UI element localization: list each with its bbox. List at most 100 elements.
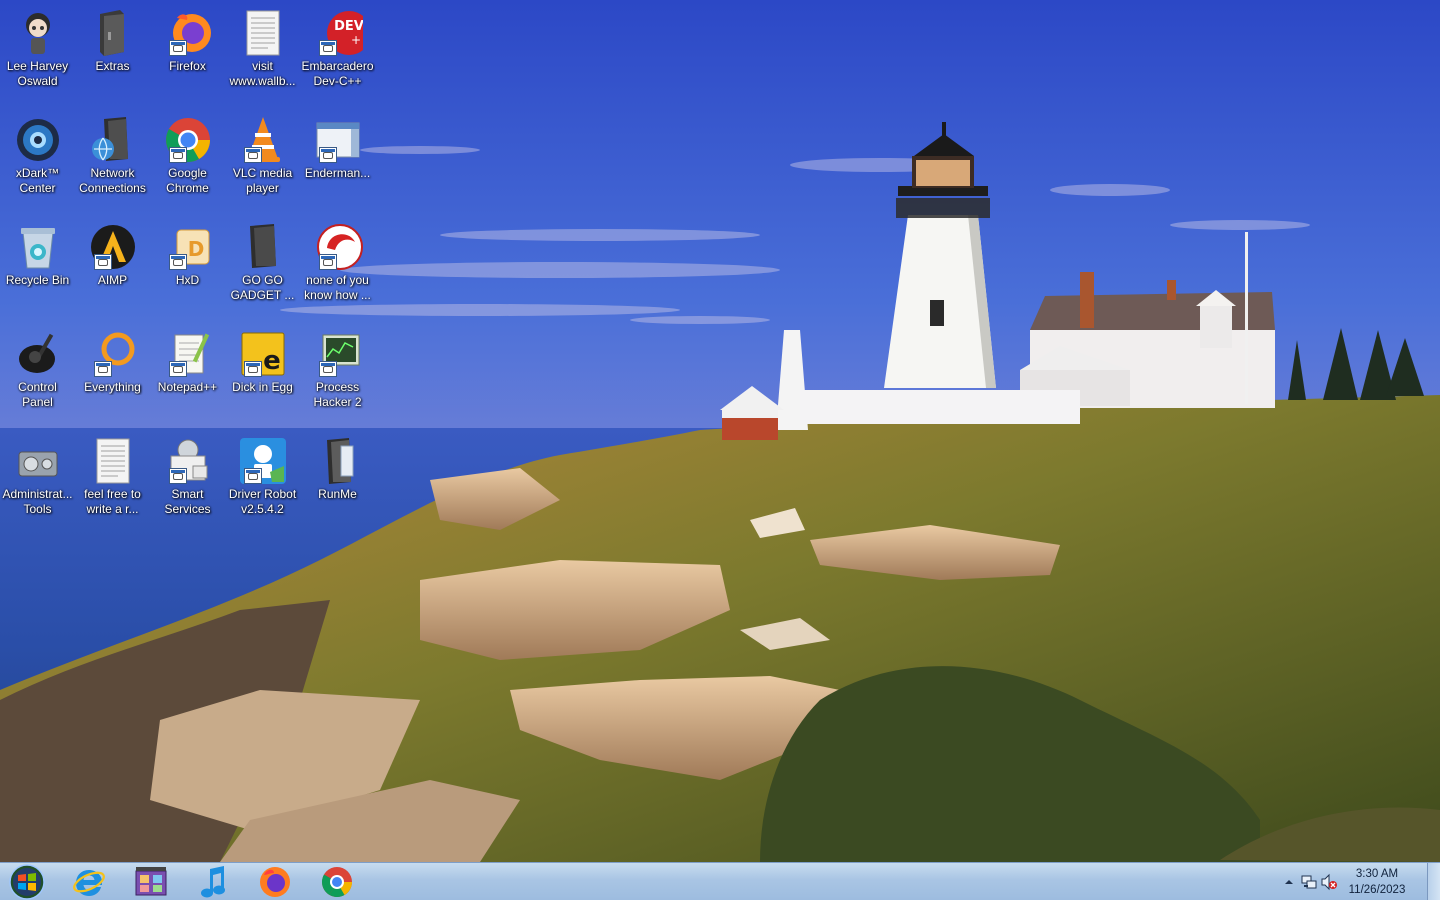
svg-text:e: e bbox=[263, 346, 281, 376]
shortcut-badge-icon bbox=[318, 147, 337, 163]
desktop-icon-extras[interactable]: Extras bbox=[75, 4, 150, 104]
driver-robot-icon bbox=[238, 436, 288, 486]
desktop-icon-dick-in-egg[interactable]: e Dick in Egg bbox=[225, 325, 300, 425]
taskbar: 3:30 AM 11/26/2023 bbox=[0, 862, 1440, 900]
desktop-icon-runme[interactable]: RunMe bbox=[300, 432, 375, 532]
icon-label: Smart Services bbox=[164, 487, 211, 516]
icon-label: Control Panel bbox=[18, 380, 57, 409]
show-hidden-icons-arrow-icon[interactable] bbox=[1282, 874, 1296, 888]
vlc-icon bbox=[238, 115, 288, 165]
recycle-bin-icon bbox=[13, 222, 63, 272]
shortcut-badge-icon bbox=[168, 40, 187, 56]
admin-tools-icon bbox=[13, 436, 63, 486]
runme-file-icon bbox=[313, 436, 363, 486]
shortcut-badge-icon bbox=[168, 468, 187, 484]
taskbar-firefox[interactable] bbox=[252, 863, 298, 900]
desktop-icon-everything[interactable]: Everything bbox=[75, 325, 150, 425]
shortcut-badge-icon bbox=[168, 147, 187, 163]
hxd-icon: D bbox=[163, 222, 213, 272]
icon-label: Recycle Bin bbox=[5, 273, 70, 287]
icon-label: Network Connections bbox=[79, 166, 146, 195]
desktop-icon-recycle-bin[interactable]: Recycle Bin bbox=[0, 218, 75, 318]
desktop-icon-embarcadero-devcpp[interactable]: DEV + Embarcadero Dev-C++ bbox=[300, 4, 375, 104]
windows-start-orb-icon bbox=[9, 863, 45, 900]
desktop-icon-network-connections[interactable]: Network Connections bbox=[75, 111, 150, 211]
shortcut-badge-icon bbox=[318, 361, 337, 377]
text-document-icon bbox=[88, 436, 138, 486]
icon-label: xDark™ Center bbox=[15, 166, 60, 195]
icon-label: Extras bbox=[95, 59, 130, 73]
internet-explorer-icon bbox=[73, 869, 105, 896]
shortcut-badge-icon bbox=[93, 361, 112, 377]
desktop-icon-aimp[interactable]: AIMP bbox=[75, 218, 150, 318]
desktop-icon-visit-wallb[interactable]: visit www.wallb... bbox=[225, 4, 300, 104]
music-note-icon bbox=[201, 865, 225, 897]
svg-text:D: D bbox=[187, 237, 204, 261]
icon-label: GO GO GADGET ... bbox=[230, 273, 295, 302]
volume-muted-icon[interactable] bbox=[1320, 873, 1338, 891]
shortcut-badge-icon bbox=[243, 147, 262, 163]
process-hacker-icon bbox=[313, 329, 363, 379]
icon-label: feel free to write a r... bbox=[84, 487, 141, 516]
film-strip-icon bbox=[135, 866, 167, 895]
taskbar-internet-explorer[interactable] bbox=[66, 863, 112, 900]
taskbar-music-app[interactable] bbox=[190, 863, 236, 900]
svg-text:DEV: DEV bbox=[334, 19, 363, 34]
icon-label: Dick in Egg bbox=[232, 380, 293, 394]
icon-label: Notepad++ bbox=[157, 380, 218, 394]
desktop-icon-administrative-tools[interactable]: Administrat... Tools bbox=[0, 432, 75, 532]
aimp-icon bbox=[88, 222, 138, 272]
cartoon-character-icon bbox=[13, 8, 63, 58]
window-icon bbox=[313, 115, 363, 165]
icon-label: Driver Robot v2.5.4.2 bbox=[228, 487, 297, 516]
desktop-icon-lee-harvey-oswald[interactable]: Lee Harvey Oswald bbox=[0, 4, 75, 104]
icon-label: VLC media player bbox=[232, 166, 293, 195]
icon-label: Embarcadero Dev-C++ bbox=[301, 59, 374, 88]
shortcut-badge-icon bbox=[318, 254, 337, 270]
shortcut-badge-icon bbox=[318, 40, 337, 56]
desktop-icon-vlc-media-player[interactable]: VLC media player bbox=[225, 111, 300, 211]
clock[interactable]: 3:30 AM 11/26/2023 bbox=[1338, 866, 1416, 898]
desktop-icon-driver-robot[interactable]: Driver Robot v2.5.4.2 bbox=[225, 432, 300, 532]
desktop-icon-none-of-you[interactable]: none of you know how ... bbox=[300, 218, 375, 318]
network-connections-icon bbox=[88, 115, 138, 165]
icon-label: Lee Harvey Oswald bbox=[6, 59, 69, 88]
desktop-icon-notepadpp[interactable]: Notepad++ bbox=[150, 325, 225, 425]
desktop-icon-enderman[interactable]: Enderman... bbox=[300, 111, 375, 211]
desktop-icon-google-chrome[interactable]: Google Chrome bbox=[150, 111, 225, 211]
icon-label: HxD bbox=[175, 273, 200, 287]
desktop-icon-grid: Lee Harvey Oswald Extras Firefox visit w… bbox=[0, 0, 380, 540]
show-desktop-button[interactable] bbox=[1427, 863, 1440, 900]
icon-label: visit www.wallb... bbox=[229, 59, 296, 88]
shortcut-badge-icon bbox=[168, 254, 187, 270]
desktop-icon-process-hacker-2[interactable]: Process Hacker 2 bbox=[300, 325, 375, 425]
svg-text:+: + bbox=[350, 33, 360, 47]
shortcut-badge-icon bbox=[243, 468, 262, 484]
everything-search-icon bbox=[88, 329, 138, 379]
desktop-icon-smart-services[interactable]: Smart Services bbox=[150, 432, 225, 532]
desktop-icon-go-go-gadget[interactable]: GO GO GADGET ... bbox=[225, 218, 300, 318]
icon-label: AIMP bbox=[97, 273, 128, 287]
desktop-icon-hxd[interactable]: D HxD bbox=[150, 218, 225, 318]
taskbar-chrome[interactable] bbox=[314, 863, 360, 900]
egg-icon: e bbox=[238, 329, 288, 379]
icon-label: Firefox bbox=[169, 59, 206, 73]
gadget-icon bbox=[238, 222, 288, 272]
clock-date: 11/26/2023 bbox=[1348, 884, 1406, 896]
xdark-center-icon bbox=[13, 115, 63, 165]
firefox-icon bbox=[260, 866, 290, 897]
start-button[interactable] bbox=[4, 863, 50, 900]
taskbar-film-app[interactable] bbox=[128, 863, 174, 900]
desktop-icon-firefox[interactable]: Firefox bbox=[150, 4, 225, 104]
desktop-icon-control-panel[interactable]: Control Panel bbox=[0, 325, 75, 425]
desktop-icon-feel-free-to-write[interactable]: feel free to write a r... bbox=[75, 432, 150, 532]
firefox-icon bbox=[163, 8, 213, 58]
network-icon[interactable] bbox=[1300, 873, 1318, 891]
icon-label: Google Chrome bbox=[166, 166, 209, 195]
shortcut-badge-icon bbox=[243, 361, 262, 377]
icon-label: Everything bbox=[84, 380, 141, 394]
desktop-icon-xdark-center[interactable]: xDark™ Center bbox=[0, 111, 75, 211]
system-tray: 3:30 AM 11/26/2023 bbox=[1270, 863, 1440, 900]
text-document-icon bbox=[238, 8, 288, 58]
control-panel-icon bbox=[13, 329, 63, 379]
